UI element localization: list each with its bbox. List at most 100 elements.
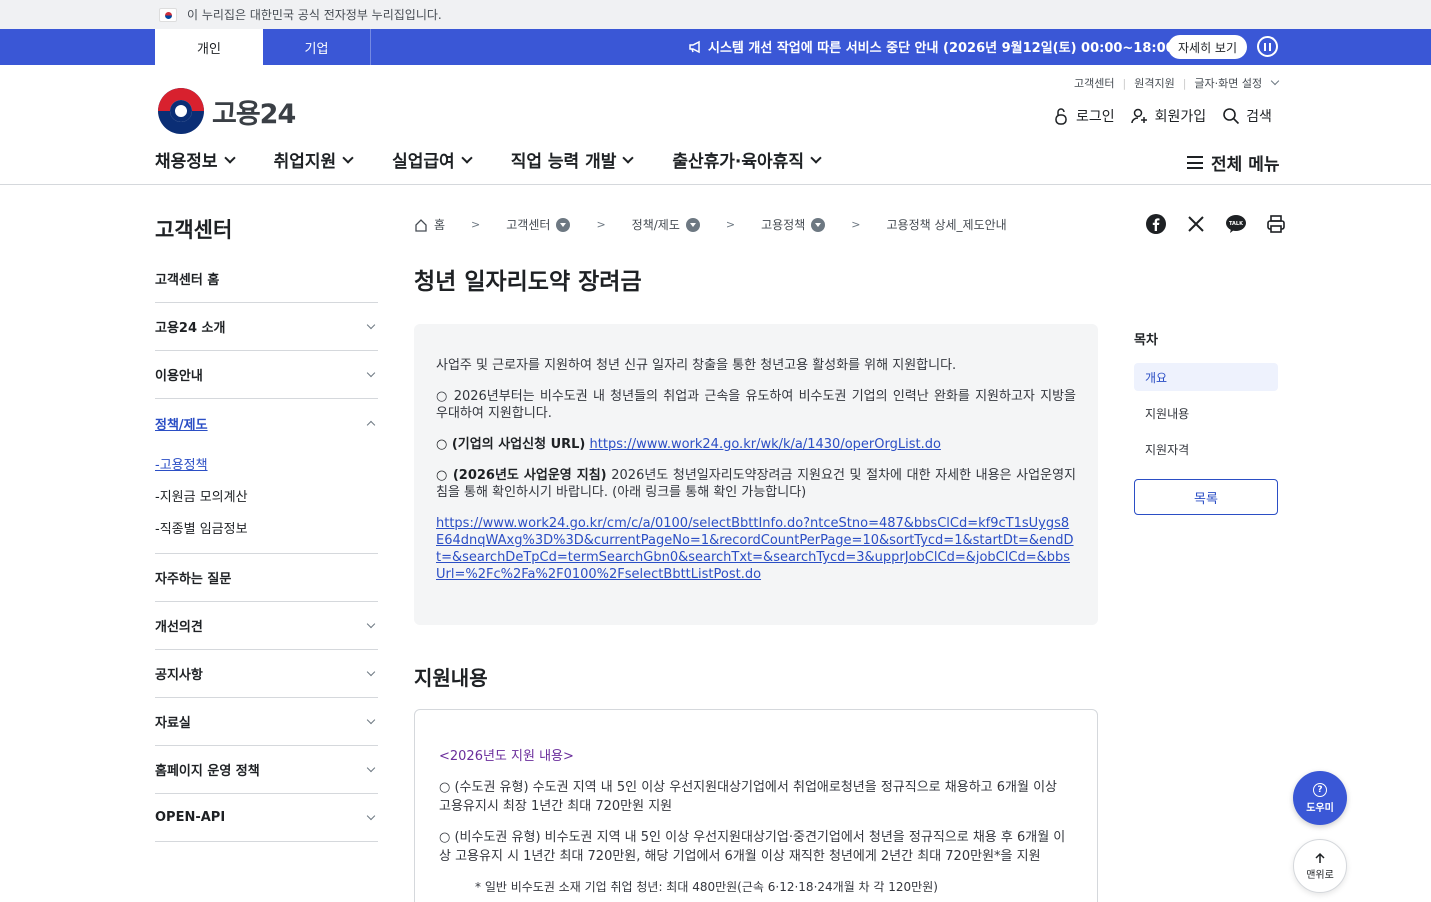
submenu-wage-info[interactable]: -직종별 임금정보 bbox=[155, 511, 378, 543]
chevron-up-icon bbox=[366, 420, 376, 429]
nav-label: 직업 능력 개발 bbox=[510, 152, 617, 172]
toc-item-eligibility[interactable]: 지원자격 bbox=[1134, 435, 1278, 463]
nav-item-leave[interactable]: 출산휴가·육아휴직 bbox=[672, 147, 822, 172]
chevron-down-icon bbox=[366, 667, 376, 676]
chevron-down-icon bbox=[366, 368, 376, 377]
overview-apply-url: ○ (기업의 사업신청 URL) https://www.work24.go.k… bbox=[436, 437, 941, 452]
site-logo[interactable]: 고용24 bbox=[158, 88, 296, 134]
gov-notice-bar: 이 누리집은 대한민국 공식 전자정부 누리집입니다. bbox=[0, 0, 1431, 29]
toc-item-overview[interactable]: 개요 bbox=[1134, 363, 1278, 391]
back-to-top-button[interactable]: 맨위로 bbox=[1293, 839, 1347, 893]
breadcrumb: 홈 > 고객센터 > 정책/제도 > 고용정책 > 고용정책 상세_제도안내 bbox=[414, 216, 1007, 233]
util-customer-center[interactable]: 고객센터 bbox=[1074, 75, 1114, 91]
overview-box: 사업주 및 근로자를 지원하여 청년 신규 일자리 창출을 통한 청년고용 활성… bbox=[414, 324, 1098, 625]
tab-business[interactable]: 기업 bbox=[263, 29, 371, 65]
x-icon[interactable] bbox=[1183, 211, 1209, 237]
megaphone-icon bbox=[689, 40, 700, 53]
support-capital-area: ○ (수도권 유형) 수도권 지역 내 5인 이상 우선지원대상기업에서 취업애… bbox=[439, 780, 1057, 814]
breadcrumb-employment-policy[interactable]: 고용정책 bbox=[761, 216, 826, 233]
breadcrumb-current: 고용정책 상세_제도안내 bbox=[886, 218, 1007, 232]
guideline-link[interactable]: https://www.work24.go.kr/cm/c/a/0100/sel… bbox=[436, 516, 1074, 582]
sidebar-item-site-policy[interactable]: 홈페이지 운영 정책 bbox=[155, 746, 378, 794]
nav-label: 채용정보 bbox=[155, 152, 218, 172]
search-button[interactable]: 검색 bbox=[1222, 106, 1272, 126]
sidebar-submenu: -고용정책 -지원금 모의계산 -직종별 임금정보 bbox=[155, 447, 378, 554]
support-content-box: <2026년도 지원 내용> ○ (수도권 유형) 수도권 지역 내 5인 이상… bbox=[414, 709, 1098, 902]
chevron-down-icon bbox=[366, 619, 376, 628]
print-icon[interactable] bbox=[1263, 211, 1289, 237]
submenu-subsidy-calc[interactable]: -지원금 모의계산 bbox=[155, 479, 378, 511]
all-menu-button[interactable]: 전체 메뉴 bbox=[1187, 150, 1279, 175]
login-label: 로그인 bbox=[1076, 109, 1115, 125]
dropdown-icon[interactable] bbox=[685, 217, 700, 232]
nav-label: 실업급여 bbox=[392, 152, 455, 172]
tab-person[interactable]: 개인 bbox=[155, 29, 263, 65]
page-title: 청년 일자리도약 장려금 bbox=[414, 269, 642, 295]
toc-item-support[interactable]: 지원내용 bbox=[1134, 399, 1278, 427]
submenu-employment-policy[interactable]: -고용정책 bbox=[155, 447, 378, 479]
main-nav: 채용정보 취업지원 실업급여 직업 능력 개발 출산휴가·육아휴직 bbox=[155, 147, 860, 172]
breadcrumb-home[interactable]: 홈 bbox=[414, 216, 445, 233]
chevron-right-icon: > bbox=[471, 218, 481, 231]
util-display-settings[interactable]: 글자·화면 설정 bbox=[1194, 75, 1262, 91]
toc-title: 목차 bbox=[1134, 333, 1158, 348]
gov-notice-text: 이 누리집은 대한민국 공식 전자정부 누리집입니다. bbox=[187, 8, 442, 22]
chevron-right-icon: > bbox=[851, 218, 861, 231]
helper-label: 도우미 bbox=[1306, 802, 1334, 814]
chevron-down-icon bbox=[366, 320, 376, 329]
logo-text: 고용24 bbox=[212, 98, 296, 130]
nav-label: 출산휴가·육아휴직 bbox=[672, 152, 804, 172]
chevron-down-icon bbox=[810, 151, 822, 164]
sidebar-item-faq[interactable]: 자주하는 질문 bbox=[155, 554, 378, 602]
sidebar-item-notice[interactable]: 공지사항 bbox=[155, 650, 378, 698]
sidebar-item-guide[interactable]: 이용안내 bbox=[155, 351, 378, 399]
signup-button[interactable]: 회원가입 bbox=[1130, 106, 1206, 126]
service-notice[interactable]: 시스템 개선 작업에 따른 서비스 중단 안내 (2026년 9월12일(토) … bbox=[688, 37, 1181, 56]
dropdown-icon[interactable] bbox=[811, 217, 826, 232]
chevron-right-icon: > bbox=[725, 218, 736, 231]
user-add-icon bbox=[1130, 108, 1147, 124]
sidebar-item-feedback[interactable]: 개선의견 bbox=[155, 602, 378, 650]
all-menu-label: 전체 메뉴 bbox=[1211, 155, 1280, 175]
nav-item-unemployment-benefit[interactable]: 실업급여 bbox=[392, 147, 473, 172]
helper-button[interactable]: ? 도우미 bbox=[1293, 771, 1347, 825]
arrow-up-icon bbox=[1315, 852, 1325, 863]
nav-item-jobs[interactable]: 채용정보 bbox=[155, 147, 236, 172]
util-remote-support[interactable]: 원격지원 bbox=[1134, 75, 1174, 91]
overview-regional: ○ 2026년부터는 비수도권 내 청년들의 취업과 근속을 유도하여 비수도권… bbox=[436, 389, 1076, 421]
apply-url-link[interactable]: https://www.work24.go.kr/wk/k/a/1430/ope… bbox=[590, 437, 941, 452]
nav-item-skills[interactable]: 직업 능력 개발 bbox=[510, 147, 635, 172]
chevron-down-icon bbox=[342, 151, 354, 164]
breadcrumb-customer-center[interactable]: 고객센터 bbox=[506, 216, 571, 233]
search-icon bbox=[1223, 108, 1240, 125]
hamburger-icon bbox=[1187, 156, 1203, 169]
detail-button[interactable]: 자세히 보기 bbox=[1168, 35, 1248, 59]
facebook-icon[interactable] bbox=[1143, 211, 1169, 237]
kakaotalk-icon[interactable]: TALK bbox=[1223, 211, 1249, 237]
support-note: * 일반 비수도권 소재 기업 취업 청년: 최대 480만원(근속 6·12·… bbox=[475, 880, 938, 894]
top-notice-bar: 개인 기업 시스템 개선 작업에 따른 서비스 중단 안내 (2026년 9월1… bbox=[0, 29, 1431, 65]
korea-flag-icon bbox=[159, 7, 177, 22]
login-button[interactable]: 로그인 bbox=[1052, 106, 1115, 126]
nav-item-employment-support[interactable]: 취업지원 bbox=[274, 147, 354, 172]
sidebar-item-open-api[interactable]: OPEN-API bbox=[155, 794, 378, 842]
utility-links: 고객센터 | 원격지원 | 글자·화면 설정 bbox=[1074, 75, 1280, 91]
sidebar-item-policy[interactable]: 정책/제도 bbox=[155, 399, 378, 447]
pause-icon[interactable] bbox=[1257, 36, 1278, 57]
home-icon bbox=[415, 218, 427, 232]
toc: 개요 지원내용 지원자격 bbox=[1134, 363, 1278, 471]
list-button[interactable]: 목록 bbox=[1134, 479, 1278, 515]
support-non-capital-area: ○ (비수도권 유형) 비수도권 지역 내 5인 이상 우선지원대상기업·중견기… bbox=[439, 830, 1066, 864]
chevron-down-icon bbox=[1270, 76, 1280, 86]
share-bar: TALK bbox=[1143, 211, 1289, 237]
breadcrumb-policy[interactable]: 정책/제도 bbox=[632, 216, 700, 233]
sidebar-item-archive[interactable]: 자료실 bbox=[155, 698, 378, 746]
dropdown-icon[interactable] bbox=[556, 217, 571, 232]
auth-menu: 로그인 회원가입 검색 bbox=[1052, 106, 1272, 126]
search-label: 검색 bbox=[1246, 109, 1272, 125]
chevron-down-icon bbox=[223, 151, 236, 164]
sidebar-item-about[interactable]: 고용24 소개 bbox=[155, 303, 378, 351]
svg-text:TALK: TALK bbox=[1229, 221, 1244, 227]
support-heading: <2026년도 지원 내용> bbox=[439, 749, 574, 764]
sidebar-item-home[interactable]: 고객센터 홈 bbox=[155, 255, 378, 303]
